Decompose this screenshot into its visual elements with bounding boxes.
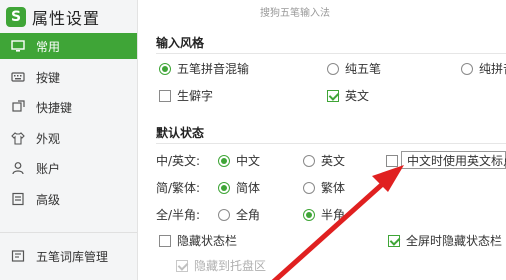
radio-indicator[interactable] <box>159 62 171 75</box>
radio-indicator[interactable] <box>303 208 315 221</box>
label-cn-en: 中/英文: <box>156 154 201 168</box>
radio-pure-wubi[interactable]: 纯五笔 <box>327 60 381 77</box>
section-divider <box>156 53 506 54</box>
checkbox-fullscreen-hide-status-bar[interactable]: 全屏时隐藏状态栏 <box>388 232 502 249</box>
checkbox-rare-chars[interactable]: 生僻字 <box>159 87 213 104</box>
keyboard-icon <box>10 69 26 85</box>
checkbox-indicator[interactable] <box>388 234 400 247</box>
sidebar: S 属性设置 常用 按键 快捷键 外观 账户 高级 五笔词库管理 <box>0 0 138 280</box>
section-title-default-state: 默认状态 <box>156 126 205 140</box>
shirt-icon <box>10 130 26 146</box>
sidebar-item-label: 高级 <box>36 192 61 207</box>
checkbox-hide-to-tray: 隐藏到托盘区 <box>176 257 266 274</box>
radio-half-width[interactable]: 半角 <box>303 206 345 223</box>
sidebar-item-label: 账户 <box>36 161 61 176</box>
radio-wubi-pinyin[interactable]: 五笔拼音混输 <box>159 60 249 77</box>
advanced-icon <box>10 191 26 207</box>
label-full-half: 全/半角: <box>156 208 201 222</box>
user-icon <box>10 160 26 176</box>
sidebar-item-account[interactable]: 账户 <box>0 155 137 181</box>
window-title: 搜狗五笔输入法 <box>260 8 330 19</box>
label-simp-trad: 简/繁体: <box>156 181 201 195</box>
sidebar-item-advanced[interactable]: 高级 <box>0 186 137 212</box>
sidebar-item-label: 快捷键 <box>36 100 73 115</box>
dictionary-icon <box>10 248 26 264</box>
shortcut-icon <box>10 99 26 115</box>
checkbox-english[interactable]: 英文 <box>327 87 369 104</box>
radio-pure-pinyin[interactable]: 纯拼音 <box>461 60 506 77</box>
sogou-logo-icon: S <box>6 7 26 27</box>
radio-traditional[interactable]: 繁体 <box>303 179 345 196</box>
section-title-input-style: 输入风格 <box>156 36 205 50</box>
radio-chinese[interactable]: 中文 <box>218 152 260 169</box>
checkbox-indicator[interactable] <box>386 154 398 167</box>
sidebar-item-label: 常用 <box>36 39 61 54</box>
radio-indicator[interactable] <box>303 154 315 167</box>
sidebar-item-label: 按键 <box>36 70 61 85</box>
radio-indicator[interactable] <box>327 62 339 75</box>
sidebar-item-wubi-dictionary[interactable]: 五笔词库管理 <box>0 243 137 269</box>
radio-indicator[interactable] <box>218 208 230 221</box>
radio-full-width[interactable]: 全角 <box>218 206 260 223</box>
monitor-icon <box>10 38 26 54</box>
checkbox-cn-use-en-punct[interactable]: 中文时使用英文标点 <box>386 152 506 169</box>
checkbox-indicator[interactable] <box>327 89 339 102</box>
sidebar-item-appearance[interactable]: 外观 <box>0 125 137 151</box>
radio-indicator[interactable] <box>218 154 230 167</box>
checkbox-hide-status-bar[interactable]: 隐藏状态栏 <box>159 232 237 249</box>
radio-simplified[interactable]: 简体 <box>218 179 260 196</box>
radio-english[interactable]: 英文 <box>303 152 345 169</box>
sidebar-item-keys[interactable]: 按键 <box>0 64 137 90</box>
checkbox-indicator[interactable] <box>159 234 171 247</box>
radio-indicator[interactable] <box>303 181 315 194</box>
sidebar-item-common[interactable]: 常用 <box>0 33 137 59</box>
checkbox-indicator[interactable] <box>159 89 171 102</box>
sidebar-item-label: 外观 <box>36 131 61 146</box>
app-title: 属性设置 <box>32 9 101 28</box>
sidebar-item-label: 五笔词库管理 <box>36 249 109 264</box>
radio-indicator[interactable] <box>461 62 473 75</box>
checkbox-indicator <box>176 259 188 272</box>
section-divider <box>156 143 506 144</box>
sidebar-divider <box>0 232 137 233</box>
radio-indicator[interactable] <box>218 181 230 194</box>
sidebar-item-shortcuts[interactable]: 快捷键 <box>0 94 137 120</box>
